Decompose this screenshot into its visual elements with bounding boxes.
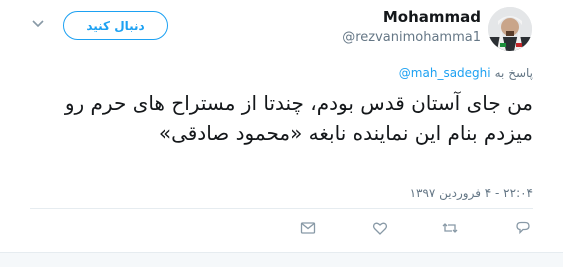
- reply-handle-link[interactable]: @mah_sadeghi: [399, 66, 491, 80]
- bottom-strip: [0, 252, 563, 267]
- reply-prefix: پاسخ به: [494, 66, 533, 80]
- reply-context: پاسخ به @mah_sadeghi: [399, 66, 533, 80]
- message-icon[interactable]: [295, 215, 321, 241]
- author-handle[interactable]: @rezvanimohamma1: [342, 30, 481, 45]
- tweet-text: من جای آستان قدس بودم، چندتا از مستراح ه…: [64, 91, 533, 145]
- follow-button-label: دنبال کنید: [86, 18, 145, 33]
- avatar[interactable]: [488, 7, 532, 51]
- tweet-timestamp[interactable]: ۲۲:۰۴ - ۴ فروردین ۱۳۹۷: [410, 186, 533, 200]
- action-bar: [0, 215, 563, 241]
- like-icon[interactable]: [367, 215, 393, 241]
- author-name[interactable]: Mohammad: [383, 8, 481, 26]
- avatar-image: [488, 7, 532, 51]
- reply-icon[interactable]: [510, 215, 536, 241]
- retweet-icon[interactable]: [437, 215, 463, 241]
- follow-button[interactable]: دنبال کنید: [63, 11, 168, 40]
- chevron-down-icon[interactable]: [30, 16, 46, 32]
- tweet-card: Mohammad @rezvanimohamma1 دنبال کنید پاس…: [0, 0, 563, 267]
- divider: [30, 208, 533, 209]
